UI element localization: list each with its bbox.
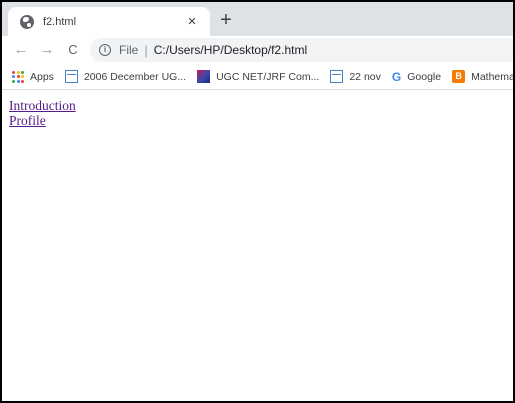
- bookmark-apps[interactable]: Apps: [12, 70, 54, 83]
- bookmark-google[interactable]: G Google: [392, 70, 441, 84]
- bookmark-mathematics[interactable]: B Mathematics: [452, 70, 515, 83]
- bookmark-2006-december[interactable]: 2006 December UG...: [64, 70, 187, 83]
- tab-title: f2.html: [43, 15, 77, 28]
- url-scheme: File: [119, 43, 139, 57]
- bookmark-label: Google: [407, 70, 442, 83]
- reload-button[interactable]: C: [63, 40, 83, 60]
- blogger-icon: B: [452, 70, 466, 83]
- bookmark-label: Mathematics: [471, 70, 515, 83]
- bookmark-ugc-net[interactable]: UGC NET/JRF Com...: [197, 70, 319, 83]
- bookmark-22-nov[interactable]: 22 nov: [330, 70, 381, 83]
- doc-icon: [64, 70, 78, 83]
- info-icon[interactable]: i: [99, 44, 111, 56]
- back-button[interactable]: ←: [11, 40, 31, 60]
- globe-icon: [20, 14, 34, 29]
- bookmark-label: 2006 December UG...: [83, 70, 187, 83]
- link-introduction[interactable]: Introduction: [9, 98, 76, 113]
- browser-window: f2.html × + ← → C i File | C:/Users/HP/D…: [0, 0, 515, 403]
- tab-strip: f2.html × +: [2, 2, 513, 36]
- tab-f2-html[interactable]: f2.html ×: [8, 7, 210, 36]
- toolbar: ← → C i File | C:/Users/HP/Desktop/f2.ht…: [2, 36, 513, 64]
- bookmark-label: UGC NET/JRF Com...: [216, 70, 320, 83]
- forward-button[interactable]: →: [37, 40, 57, 60]
- page-content: Introduction Profile: [2, 91, 513, 401]
- doc-icon: [330, 70, 344, 83]
- new-tab-button[interactable]: +: [216, 10, 236, 30]
- url-text[interactable]: C:/Users/HP/Desktop/f2.html: [154, 43, 307, 57]
- url-separator: |: [144, 42, 148, 58]
- address-bar[interactable]: i File | C:/Users/HP/Desktop/f2.html: [90, 38, 513, 62]
- ugc-icon: [197, 70, 211, 83]
- bookmark-label: 22 nov: [349, 70, 381, 83]
- google-icon: G: [391, 69, 402, 84]
- bookmark-label: Apps: [30, 70, 54, 83]
- apps-grid-icon: [12, 70, 24, 83]
- link-profile[interactable]: Profile: [9, 113, 46, 128]
- close-tab-icon[interactable]: ×: [184, 14, 200, 29]
- bookmarks-bar: Apps 2006 December UG... UGC NET/JRF Com…: [2, 64, 513, 90]
